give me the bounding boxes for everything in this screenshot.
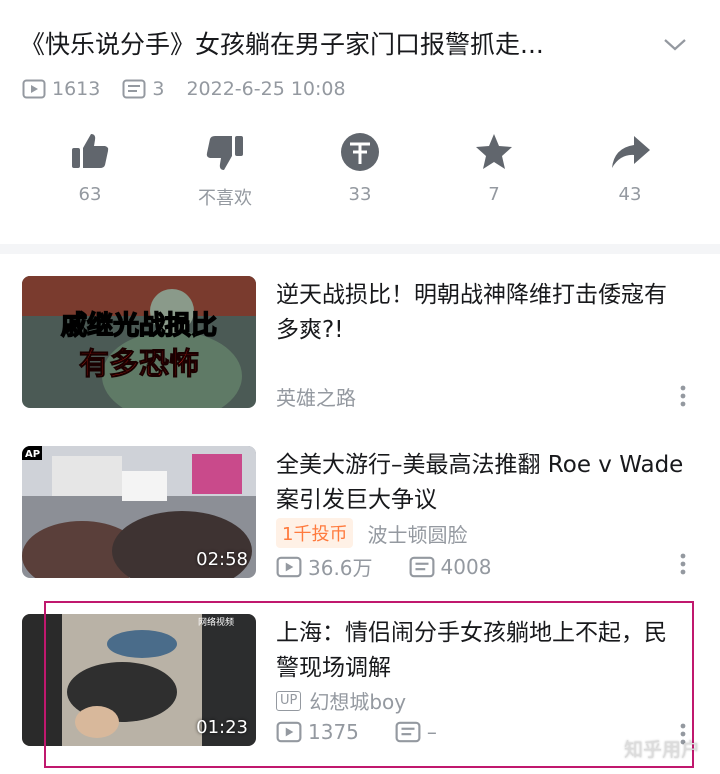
more-options-icon[interactable] — [680, 552, 686, 576]
video-card-title[interactable]: 逆天战损比！明朝战神降维打击倭寇有多爽?! — [276, 278, 686, 348]
video-duration: 02:58 — [196, 549, 248, 570]
publish-date: 2022-6-25 10:08 — [186, 78, 346, 100]
comment-count-icon — [122, 79, 146, 99]
comment-count-icon — [409, 556, 434, 577]
chevron-down-icon[interactable] — [662, 34, 688, 54]
watermark-text: 知乎用户 — [623, 739, 700, 761]
coin-count: 33 — [348, 184, 372, 205]
like-count: 63 — [78, 184, 102, 205]
view-count: 36.6万 — [308, 556, 373, 580]
dislike-button[interactable]: 不喜欢 — [175, 130, 275, 210]
author-name[interactable]: 波士顿圆脸 — [367, 519, 467, 548]
video-title-row: 《快乐说分手》女孩躺在男子家门口报警抓走... — [20, 26, 700, 66]
video-stats: 36.6万 4008 — [276, 552, 491, 581]
highlight-box — [44, 601, 694, 768]
favorite-button[interactable]: 7 — [444, 130, 544, 205]
thumbnail-caption-1: 戚继光战损比 — [61, 310, 217, 341]
dislike-label: 不喜欢 — [198, 188, 252, 209]
view-count: 1613 — [52, 78, 101, 100]
video-thumbnail[interactable]: AP 02:58 — [22, 446, 256, 578]
coin-button[interactable]: 33 — [310, 130, 410, 205]
coin-badge: 1千投币 — [276, 518, 354, 548]
play-count-icon — [22, 79, 46, 99]
like-button[interactable]: 63 — [40, 130, 140, 205]
share-button[interactable]: 43 — [580, 130, 680, 205]
comment-count: 3 — [152, 78, 165, 100]
thumbnail-tag: AP — [25, 449, 40, 460]
more-options-icon[interactable] — [680, 384, 686, 408]
share-icon — [612, 136, 650, 168]
action-bar: 63 不喜欢 33 7 43 — [0, 130, 720, 220]
coin-icon — [341, 133, 379, 171]
thumbnail-caption-2: 有多恐怖 — [79, 347, 199, 382]
author-name[interactable]: 英雄之路 — [276, 382, 356, 411]
video-title: 《快乐说分手》女孩躺在男子家门口报警抓走... — [20, 30, 544, 59]
star-icon — [476, 134, 512, 169]
video-card-title[interactable]: 全美大游行–美最高法推翻 Roe v Wade 案引发巨大争议 — [276, 448, 686, 518]
video-meta: 1613 3 2022-6-25 10:08 — [22, 76, 346, 102]
share-count: 43 — [618, 184, 642, 205]
thumbnail-image: 戚继光战损比 有多恐怖 — [22, 276, 256, 408]
thumbs-up-icon — [72, 134, 109, 168]
play-count-icon — [276, 556, 302, 577]
author-row: 1千投币 波士顿圆脸 — [276, 518, 467, 548]
thumbs-down-icon — [206, 136, 243, 170]
recommended-video-card[interactable]: AP 02:58 全美大游行–美最高法推翻 Roe v Wade 案引发巨大争议… — [0, 446, 720, 594]
section-divider — [0, 244, 720, 254]
comment-count: 4008 — [440, 554, 492, 579]
recommended-video-card[interactable]: 戚继光战损比 有多恐怖 逆天战损比！明朝战神降维打击倭寇有多爽?! 英雄之路 — [0, 276, 720, 424]
video-thumbnail[interactable]: 戚继光战损比 有多恐怖 — [22, 276, 256, 408]
favorite-count: 7 — [488, 184, 500, 205]
